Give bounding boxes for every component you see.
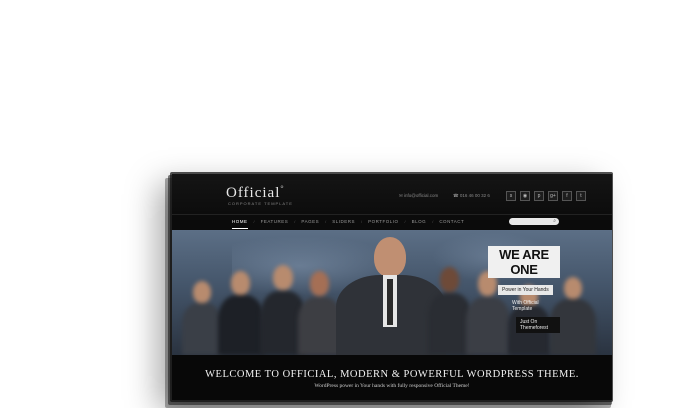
logo-mark: ° bbox=[280, 184, 285, 193]
dribbble-icon[interactable]: ◉ bbox=[520, 191, 530, 201]
nav-item-blog[interactable]: BLOG bbox=[406, 219, 433, 224]
hero-caption: WE ARE ONE Power in Your Hands With Offi… bbox=[488, 246, 560, 334]
search-input[interactable]: ⌕ bbox=[509, 218, 559, 225]
hero-slider[interactable]: WE ARE ONE Power in Your Hands With Offi… bbox=[172, 230, 612, 355]
search-icon[interactable]: ⌕ bbox=[553, 218, 556, 225]
twitter-icon[interactable]: t bbox=[576, 191, 586, 201]
nav-item-sliders[interactable]: SLIDERS bbox=[326, 219, 361, 224]
site-header: Official° CORPORATE TEMPLATE ✉ info@offi… bbox=[172, 174, 612, 214]
facebook-icon[interactable]: f bbox=[562, 191, 572, 201]
website-mockup: Official° CORPORATE TEMPLATE ✉ info@offi… bbox=[172, 174, 612, 400]
googleplus-icon[interactable]: g+ bbox=[548, 191, 558, 201]
hero-caption-3: Just On Themeforest bbox=[516, 317, 560, 333]
header-email[interactable]: ✉ info@official.com bbox=[399, 193, 438, 199]
nav-items: HOME / FEATURES / PAGES / SLIDERS / PORT… bbox=[226, 219, 470, 229]
hero-headline: WE ARE ONE bbox=[488, 246, 560, 278]
pinterest-icon[interactable]: p bbox=[534, 191, 544, 201]
main-nav: HOME / FEATURES / PAGES / SLIDERS / PORT… bbox=[172, 214, 612, 230]
logo-text: Official bbox=[226, 185, 281, 201]
welcome-section: Welcome to Official, modern & powerful w… bbox=[172, 355, 612, 400]
nav-item-home[interactable]: HOME bbox=[226, 219, 254, 229]
site-tagline: CORPORATE TEMPLATE bbox=[228, 201, 293, 206]
social-icons: s ◉ p g+ f t bbox=[506, 191, 586, 201]
welcome-subtitle: WordPress power in Your hands with fully… bbox=[314, 383, 470, 389]
skype-icon[interactable]: s bbox=[506, 191, 516, 201]
nav-item-pages[interactable]: PAGES bbox=[295, 219, 325, 224]
hero-caption-2: With Official Template bbox=[512, 300, 539, 312]
hero-caption-1: Power in Your Hands bbox=[498, 285, 553, 295]
nav-item-contact[interactable]: CONTACT bbox=[433, 219, 470, 224]
person-figure bbox=[182, 281, 222, 355]
header-phone: ☎ 016 46 00 32 6 bbox=[453, 193, 490, 198]
person-figure bbox=[218, 271, 264, 355]
nav-item-features[interactable]: FEATURES bbox=[255, 219, 295, 224]
welcome-title: Welcome to Official, modern & powerful w… bbox=[205, 369, 579, 380]
site-logo[interactable]: Official° bbox=[226, 184, 285, 202]
nav-item-portfolio[interactable]: PORTFOLIO bbox=[362, 219, 404, 224]
